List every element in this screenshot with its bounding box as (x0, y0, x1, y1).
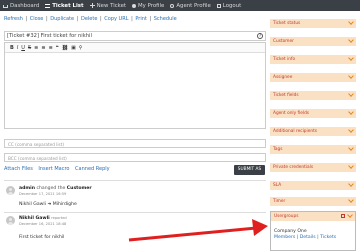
print-link[interactable]: Print (135, 16, 147, 22)
panel-customer[interactable]: Customer (270, 37, 356, 46)
quote-button[interactable]: ❝ (56, 45, 59, 51)
panel-ticket-info[interactable]: Ticket info (270, 55, 356, 64)
details-link[interactable]: Details (300, 235, 316, 240)
arrow-shaft (128, 226, 257, 242)
chevron-down-icon (348, 91, 354, 97)
panel-private-credentials[interactable]: Private credentials (270, 163, 356, 172)
agent-icon (170, 3, 175, 8)
history-date: December 16, 2021 18:48 (19, 222, 67, 226)
panel-ticket-fields[interactable]: Ticket fields (270, 91, 356, 100)
history-date: December 17, 2021 16:59 (19, 192, 67, 196)
link-button[interactable]: ⛓ (62, 45, 68, 51)
divider (4, 180, 266, 181)
edit-icon[interactable] (341, 214, 345, 218)
usergroups-header[interactable]: Usergroups (271, 212, 355, 221)
separator: | (75, 16, 80, 22)
history-body: First ticket for nikhil (19, 235, 65, 240)
panel-assignee[interactable]: Assignee (270, 73, 356, 82)
nav-my-profile[interactable]: My Profile (132, 3, 164, 9)
logout-icon (216, 3, 221, 8)
chevron-down-icon (348, 145, 354, 151)
home-icon (3, 5, 8, 8)
chevron-down-icon (348, 163, 354, 169)
separator: | (129, 16, 135, 22)
bold-button[interactable]: B (10, 45, 14, 51)
nav-dashboard[interactable]: Dashboard (3, 3, 39, 9)
delete-link[interactable]: Delete (81, 16, 97, 22)
avatar (6, 216, 15, 225)
separator: | (98, 16, 104, 22)
chevron-down-icon (348, 37, 354, 43)
chevron-down-icon (348, 127, 354, 133)
history-headline: Nikhil Gawli reported (19, 216, 67, 221)
history-author: Nikhil Gawli (19, 216, 50, 221)
panel-additional-recipients[interactable]: Additional recipients (270, 127, 356, 136)
editor-links: Attach Files Insert Macro Canned Reply (4, 166, 114, 172)
ticket-actions: Refresh | Close | Duplicate | Delete | C… (4, 16, 177, 22)
separator: | (44, 16, 50, 22)
history-body: Nikhil Gawli ➜ Mihirdighe (19, 202, 77, 207)
panel-tags[interactable]: Tags (270, 145, 356, 154)
nav-ticket-list[interactable]: Ticket List (45, 3, 84, 9)
canned-reply-link[interactable]: Canned Reply (75, 166, 110, 172)
reply-editor[interactable]: B I U S ≡ ≡ ≡ ❝ ⛓ ▣ ⚲ (4, 42, 266, 129)
strikethrough-button[interactable]: S (28, 45, 31, 51)
schedule-link[interactable]: Schedule (154, 16, 177, 22)
history-author: admin (19, 186, 36, 191)
insert-macro-link[interactable]: Insert Macro (38, 166, 69, 172)
panel-ticket-status[interactable]: Ticket status (270, 19, 356, 28)
close-link[interactable]: Close (30, 16, 44, 22)
separator: | (23, 16, 29, 22)
members-link[interactable]: Members (274, 235, 295, 240)
top-navigation: Dashboard Ticket List New Ticket My Prof… (0, 0, 360, 11)
help-icon[interactable]: ? (257, 33, 263, 39)
tickets-link[interactable]: Tickets (320, 235, 336, 240)
cc-input[interactable]: CC (comma separated list) (4, 139, 266, 148)
chevron-down-icon (348, 19, 354, 25)
nav-agent-profile[interactable]: Agent Profile (170, 3, 211, 9)
usergroup-links: Members | Details | Tickets (274, 235, 336, 240)
chevron-down-icon (348, 109, 354, 115)
separator: | (147, 16, 153, 22)
history-field: Customer (66, 186, 92, 191)
avatar (6, 186, 15, 195)
usergroups-widget: Usergroups Company One Members | Details… (270, 211, 356, 251)
history-action: reported (51, 216, 67, 220)
arrow-head (252, 219, 268, 236)
align-center-button[interactable]: ≡ (41, 45, 45, 51)
unlink-button[interactable]: ⚲ (79, 45, 83, 51)
panel-sla[interactable]: SLA (270, 181, 356, 190)
image-button[interactable]: ▣ (71, 45, 76, 51)
align-right-button[interactable]: ≡ (49, 45, 53, 51)
align-left-button[interactable]: ≡ (34, 45, 38, 51)
user-icon (132, 3, 137, 8)
chevron-down-icon (347, 212, 353, 218)
subject-field[interactable]: [Ticket #32] First ticket for nikhil (4, 31, 266, 41)
history-action: changed the (36, 186, 66, 191)
bcc-input[interactable]: BCC (comma separated list) (4, 153, 266, 162)
usergroup-company: Company One (274, 229, 307, 234)
divider (4, 212, 266, 213)
underline-button[interactable]: U (21, 45, 25, 51)
chevron-down-icon (348, 73, 354, 79)
italic-button[interactable]: I (17, 45, 18, 51)
refresh-link[interactable]: Refresh (4, 16, 23, 22)
chevron-down-icon (348, 181, 354, 187)
history-headline: admin changed the Customer (19, 186, 92, 191)
nav-new-ticket[interactable]: New Ticket (89, 3, 126, 9)
attach-files-link[interactable]: Attach Files (4, 166, 33, 172)
editor-toolbar: B I U S ≡ ≡ ≡ ❝ ⛓ ▣ ⚲ (5, 43, 265, 53)
plus-icon (89, 3, 95, 8)
submit-button[interactable]: SUBMIT AS (234, 165, 265, 175)
panel-timer[interactable]: Timer (270, 197, 356, 206)
chevron-down-icon (348, 197, 354, 203)
panel-agent-only-fields[interactable]: Agent only fields (270, 109, 356, 118)
chevron-down-icon (348, 55, 354, 61)
duplicate-link[interactable]: Duplicate (50, 16, 74, 22)
list-icon (45, 3, 51, 8)
nav-logout[interactable]: Logout (216, 3, 241, 9)
copy-url-link[interactable]: Copy URL (104, 16, 128, 22)
